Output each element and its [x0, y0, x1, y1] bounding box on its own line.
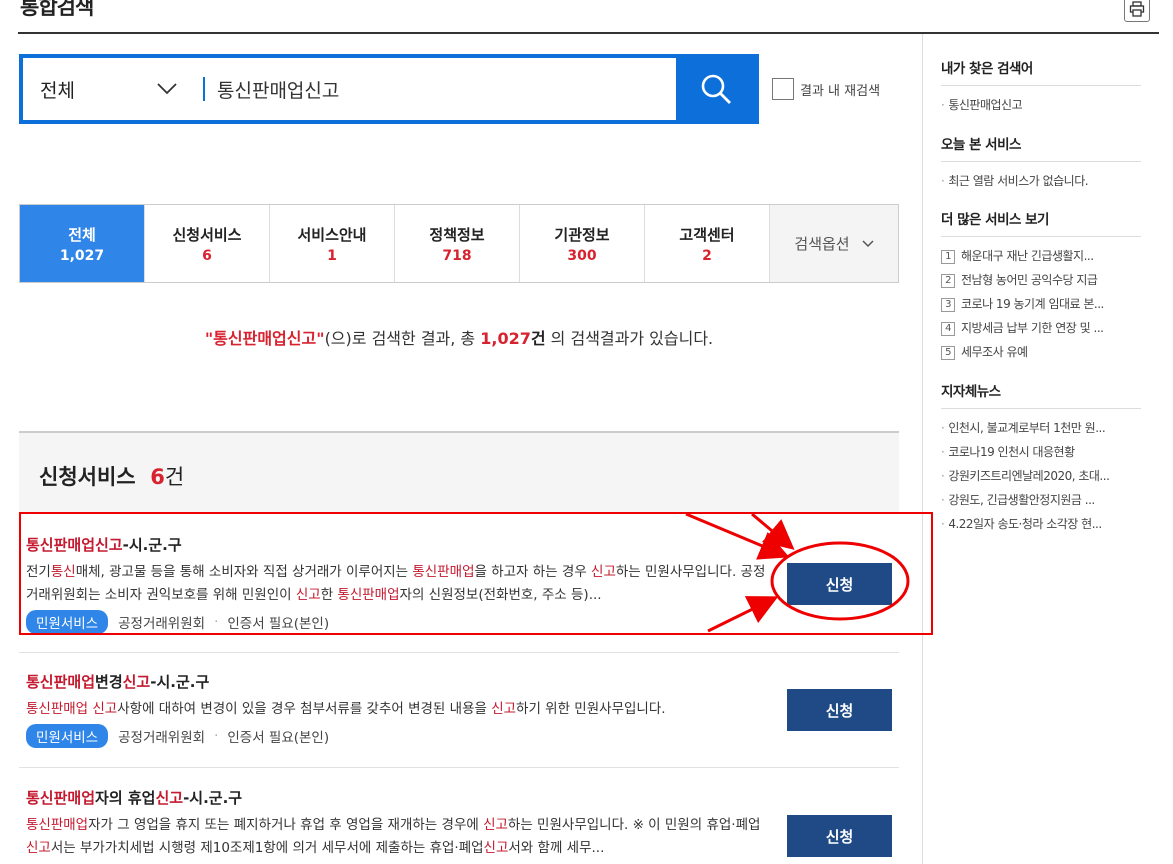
- more-service-item[interactable]: 1 해운대구 재난 긴급생활지...: [941, 244, 1141, 268]
- news-item[interactable]: · 인천시, 불교계로부터 1천만 원...: [941, 416, 1141, 440]
- chevron-down-icon: [862, 239, 874, 247]
- summary-text: (으)로 검색한 결과, 총: [324, 329, 481, 348]
- summary-tail: 의 검색결과가 있습니다.: [545, 329, 714, 348]
- research-option[interactable]: 결과 내 재검색: [772, 78, 880, 100]
- tab-label: 신청서비스: [172, 225, 242, 244]
- news-item[interactable]: · 4.22일자 송도·청라 소각장 현...: [941, 512, 1141, 536]
- item-divider: [19, 652, 899, 653]
- summary-unit: 건: [530, 329, 546, 348]
- search-options-toggle[interactable]: 검색옵션: [770, 205, 898, 282]
- section-title: 신청서비스 6건: [19, 433, 899, 513]
- more-service-item[interactable]: 5 세무조사 유예: [941, 340, 1141, 364]
- sidebar-more-services: 더 많은 서비스 보기 1 해운대구 재난 긴급생활지... 2 전남형 농어민 공…: [941, 208, 1141, 364]
- tab-count: 2: [702, 247, 712, 264]
- search-options-label: 검색옵션: [794, 235, 850, 253]
- search-summary: "통신판매업신고"(으)로 검색한 결과, 총 1,027건 의 검색결과가 있…: [0, 325, 918, 349]
- category-tabs: 전체 1,027 신청서비스 6 서비스안내 1 정책정보 718 기관정보 3…: [19, 204, 899, 283]
- sidebar-today-viewed: 오늘 본 서비스 · 최근 열람 서비스가 없습니다.: [941, 133, 1141, 193]
- result-item: 통신판매업자의 휴업신고-시.군.구 통신판매업자가 그 영업을 휴지 또는 폐…: [19, 787, 899, 860]
- tab-label: 서비스안내: [297, 225, 367, 244]
- title-divider: [18, 32, 1159, 34]
- result-description: 통신판매업 신고사항에 대하여 변경이 있을 경우 첨부서류를 갖추어 변경된 …: [26, 701, 666, 717]
- tab-customer-center[interactable]: 고객센터 2: [645, 205, 770, 282]
- printer-icon: [1129, 1, 1145, 17]
- sidebar-divider: [922, 34, 923, 864]
- search-icon: [701, 74, 731, 104]
- sidebar-heading: 오늘 본 서비스: [941, 133, 1141, 162]
- more-service-item[interactable]: 3 코로나 19 농기계 임대료 본...: [941, 292, 1141, 316]
- result-title-link[interactable]: 통신판매업변경신고-시.군.구: [26, 671, 899, 692]
- item-divider: [19, 767, 899, 768]
- tab-count: 718: [442, 247, 472, 264]
- result-item: 통신판매업변경신고-시.군.구 통신판매업 신고사항에 대하여 변경이 있을 경…: [19, 671, 899, 748]
- tab-label: 전체: [68, 225, 96, 244]
- sidebar-local-news: 지자체뉴스 · 인천시, 불교계로부터 1천만 원... · 코로나19 인천시 대…: [941, 380, 1141, 536]
- news-item[interactable]: · 강원키즈트리엔날레2020, 초대...: [941, 464, 1141, 488]
- more-service-item[interactable]: 4 지방세금 납부 기한 연장 및 ...: [941, 316, 1141, 340]
- today-empty-message: · 최근 열람 서비스가 없습니다.: [941, 174, 1089, 188]
- summary-total: 1,027: [480, 329, 531, 348]
- my-search-item[interactable]: · 통신판매업신고: [941, 93, 1141, 117]
- tab-label: 기관정보: [554, 225, 610, 244]
- apply-service-section: 신청서비스 6건 통신판매업신고-시.군.구 전기통신매체, 광고물 등을 통해…: [19, 431, 899, 864]
- highlight-rectangle: [19, 512, 933, 635]
- search-category-select[interactable]: 전체: [23, 58, 203, 120]
- search-button[interactable]: [676, 58, 755, 120]
- tab-label: 정책정보: [429, 225, 485, 244]
- tab-agency-info[interactable]: 기관정보 300: [520, 205, 645, 282]
- tab-policy-info[interactable]: 정책정보 718: [395, 205, 520, 282]
- sidebar-heading: 내가 찾은 검색어: [941, 57, 1141, 86]
- result-meta: 민원서비스 공정거래위원회 · 인증서 필요(본인): [26, 724, 899, 748]
- apply-button[interactable]: 신청: [787, 815, 892, 857]
- sidebar-heading: 더 많은 서비스 보기: [941, 208, 1141, 237]
- tab-count: 6: [202, 247, 212, 264]
- print-button[interactable]: [1124, 0, 1150, 22]
- tab-label: 고객센터: [679, 225, 735, 244]
- chevron-down-icon: [157, 83, 177, 95]
- more-service-item[interactable]: 2 전남형 농어민 공익수당 지급: [941, 268, 1141, 292]
- sidebar-my-search: 내가 찾은 검색어 · 통신판매업신고: [941, 57, 1141, 117]
- research-checkbox[interactable]: [772, 78, 794, 100]
- tab-service-guide[interactable]: 서비스안내 1: [270, 205, 395, 282]
- tab-count: 1,027: [59, 247, 105, 264]
- tab-count: 300: [567, 247, 597, 264]
- page-title: 통합검색: [20, 0, 94, 19]
- tab-count: 1: [327, 247, 337, 264]
- tab-apply-service[interactable]: 신청서비스 6: [145, 205, 270, 282]
- agency-name: 공정거래위원회: [118, 730, 206, 746]
- search-box: 전체: [19, 54, 759, 124]
- result-description: 통신판매업자가 그 영업을 휴지 또는 폐지하거나 휴업 후 영업을 재개하는 …: [26, 817, 761, 856]
- sidebar-heading: 지자체뉴스: [941, 380, 1141, 409]
- news-item[interactable]: · 강원도, 긴급생활안정지원금 ...: [941, 488, 1141, 512]
- research-label: 결과 내 재검색: [800, 83, 881, 99]
- apply-button[interactable]: 신청: [787, 689, 892, 731]
- news-item[interactable]: · 코로나19 인천시 대응현황: [941, 440, 1141, 464]
- search-input[interactable]: [205, 58, 676, 120]
- cert-required: 인증서 필요(본인): [227, 730, 330, 746]
- category-badge: 민원서비스: [26, 724, 109, 748]
- tab-all[interactable]: 전체 1,027: [20, 205, 145, 282]
- summary-query: "통신판매업신고": [204, 329, 325, 348]
- search-category-label: 전체: [40, 79, 75, 102]
- result-title-link[interactable]: 통신판매업자의 휴업신고-시.군.구: [26, 787, 899, 808]
